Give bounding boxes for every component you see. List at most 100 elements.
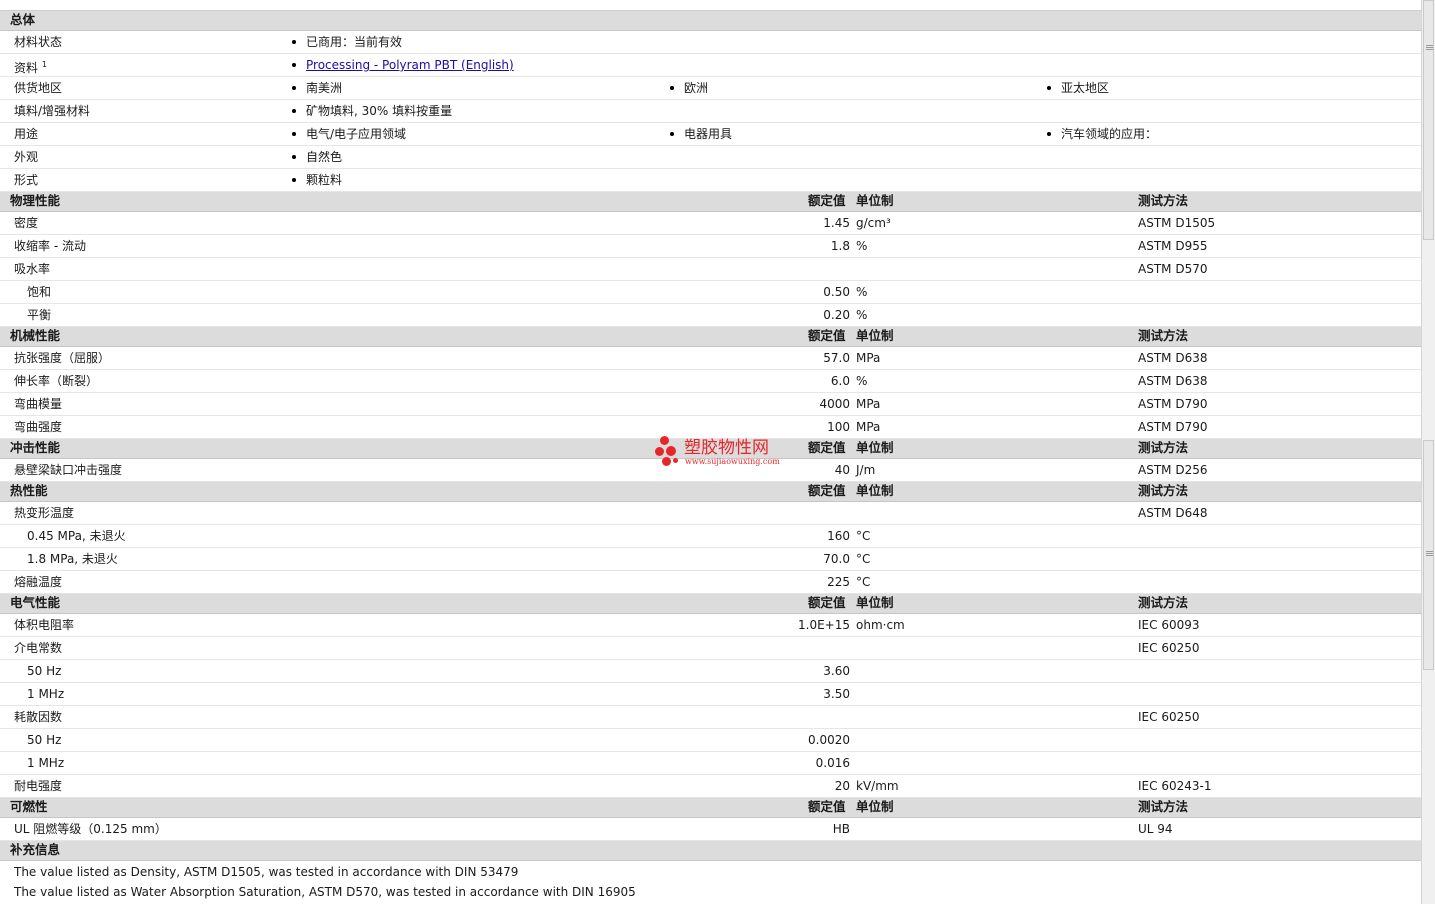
row-label: 介电常数	[14, 641, 63, 655]
header-nominal: 额定值	[808, 193, 846, 208]
row-label: 50 Hz	[27, 733, 62, 747]
bullet-item: 矿物填料, 30% 填料按重量	[292, 100, 452, 122]
row-test: ASTM D256	[1138, 463, 1208, 477]
header-nominal: 额定值	[808, 440, 846, 455]
row-label: 抗张强度（屈服）	[14, 351, 111, 365]
row-value: 0.0020	[808, 733, 850, 747]
footnote-ref: 1	[41, 60, 47, 69]
row-test: ASTM D790	[1138, 397, 1208, 411]
bullet-item: 南美洲	[292, 77, 342, 99]
additional-note-1: The value listed as Density, ASTM D1505,…	[14, 865, 519, 879]
row-label: 材料状态	[14, 35, 63, 49]
row-value: 6.0	[830, 374, 850, 388]
row-appearance: 外观 自然色	[0, 146, 1421, 169]
row-value: 0.016	[815, 756, 850, 770]
header-unit: 单位制	[856, 193, 894, 208]
row-value: 3.60	[823, 664, 850, 678]
row-label: 弯曲强度	[14, 420, 63, 434]
row-value: 4000	[819, 397, 850, 411]
header-test-method: 测试方法	[1138, 440, 1189, 455]
bullet-item: 电气/电子应用领域	[292, 123, 406, 145]
row-dissipation-1mhz: 1 MHz 0.016	[0, 752, 1421, 775]
row-test: ASTM D790	[1138, 420, 1208, 434]
bullet-item: 电器用具	[670, 123, 732, 145]
row-unit: %	[856, 308, 868, 322]
row-unit: g/cm³	[856, 216, 891, 230]
row-flexural-modulus: 弯曲模量 4000 MPa ASTM D790	[0, 393, 1421, 416]
row-unit: %	[856, 285, 868, 299]
row-value: 20	[834, 779, 850, 793]
datasheet: 总体 材料状态 已商用：当前有效 资料 1 Processing - Polyr…	[0, 0, 1422, 904]
row-label: 耗散因数	[14, 710, 63, 724]
row-hdt: 热变形温度 ASTM D648	[0, 502, 1421, 525]
row-label: 1.8 MPa, 未退火	[27, 552, 118, 566]
row-label: 热变形温度	[14, 506, 75, 520]
bullet-item: 自然色	[292, 146, 342, 168]
row-value: 3.50	[823, 687, 850, 701]
row-label: 资料 1	[14, 60, 47, 75]
row-label: 熔融温度	[14, 575, 63, 589]
row-value: 225	[827, 575, 850, 589]
row-test: IEC 60243-1	[1138, 779, 1212, 793]
row-unit: MPa	[856, 351, 881, 365]
row-label: 弯曲模量	[14, 397, 63, 411]
row-equilibrium: 平衡 0.20 %	[0, 304, 1421, 327]
row-dissipation-factor: 耗散因数 IEC 60250	[0, 706, 1421, 729]
row-label: 供货地区	[14, 81, 63, 95]
header-unit: 单位制	[856, 483, 894, 498]
row-shrinkage: 收缩率 - 流动 1.8 % ASTM D955	[0, 235, 1421, 258]
row-test: ASTM D648	[1138, 506, 1208, 520]
row-test: ASTM D638	[1138, 351, 1208, 365]
header-nominal: 额定值	[808, 799, 846, 814]
row-dielectric-1mhz: 1 MHz 3.50	[0, 683, 1421, 706]
section-title: 电气性能	[10, 595, 61, 610]
row-test: IEC 60250	[1138, 710, 1200, 724]
row-label: 伸长率（断裂）	[14, 374, 99, 388]
header-unit: 单位制	[856, 595, 894, 610]
bullet-item: Processing - Polyram PBT (English)	[292, 54, 514, 76]
scrollbar-thumb[interactable]	[1423, 0, 1434, 240]
row-label: 0.45 MPa, 未退火	[27, 529, 126, 543]
row-value: 1.0E+15	[798, 618, 850, 632]
scrollbar-thumb[interactable]	[1423, 440, 1434, 670]
watermark-url: www.sujiaowuxing.com	[685, 457, 780, 466]
row-label: 填料/增强材料	[14, 104, 91, 118]
row-label: 耐电强度	[14, 779, 63, 793]
row-test: ASTM D1505	[1138, 216, 1216, 230]
header-nominal: 额定值	[808, 328, 846, 343]
section-additional-header: 补充信息	[0, 841, 1421, 861]
header-nominal: 额定值	[808, 595, 846, 610]
section-physical-header: 物理性能 额定值 单位制 测试方法	[0, 192, 1421, 212]
row-label: 用途	[14, 127, 39, 141]
processing-guide-link[interactable]: Processing - Polyram PBT (English)	[306, 58, 514, 72]
row-dielectric-constant: 介电常数 IEC 60250	[0, 637, 1421, 660]
section-title: 可燃性	[10, 799, 48, 814]
row-unit: kV/mm	[856, 779, 899, 793]
row-unit: °C	[856, 552, 871, 566]
row-test: ASTM D638	[1138, 374, 1208, 388]
row-label: 吸水率	[14, 262, 51, 276]
header-test-method: 测试方法	[1138, 595, 1189, 610]
row-dielectric-strength: 耐电强度 20 kV/mm IEC 60243-1	[0, 775, 1421, 798]
row-unit: MPa	[856, 397, 881, 411]
row-unit: °C	[856, 575, 871, 589]
watermark-logo: 塑胶物性网 www.sujiaowuxing.com	[655, 436, 790, 470]
section-title: 总体	[10, 12, 36, 27]
section-title: 补充信息	[10, 842, 61, 857]
additional-note-2: The value listed as Water Absorption Sat…	[14, 885, 636, 899]
row-ul-rating: UL 阻燃等级（0.125 mm） HB UL 94	[0, 818, 1421, 841]
row-label: 悬壁梁缺口冲击强度	[14, 463, 123, 477]
row-hdt-18: 1.8 MPa, 未退火 70.0 °C	[0, 548, 1421, 571]
row-label: 1 MHz	[27, 756, 65, 770]
row-hdt-045: 0.45 MPa, 未退火 160 °C	[0, 525, 1421, 548]
section-title: 机械性能	[10, 328, 61, 343]
section-flammability-header: 可燃性 额定值 单位制 测试方法	[0, 798, 1421, 818]
row-label: 平衡	[27, 308, 52, 322]
row-availability: 供货地区 南美洲 欧洲 亚太地区	[0, 77, 1421, 100]
row-saturation: 饱和 0.50 %	[0, 281, 1421, 304]
row-material-status: 材料状态 已商用：当前有效	[0, 31, 1421, 54]
row-unit: %	[856, 374, 868, 388]
header-unit: 单位制	[856, 799, 894, 814]
section-general-header: 总体	[0, 11, 1421, 31]
vertical-scrollbar[interactable]	[1421, 0, 1435, 904]
